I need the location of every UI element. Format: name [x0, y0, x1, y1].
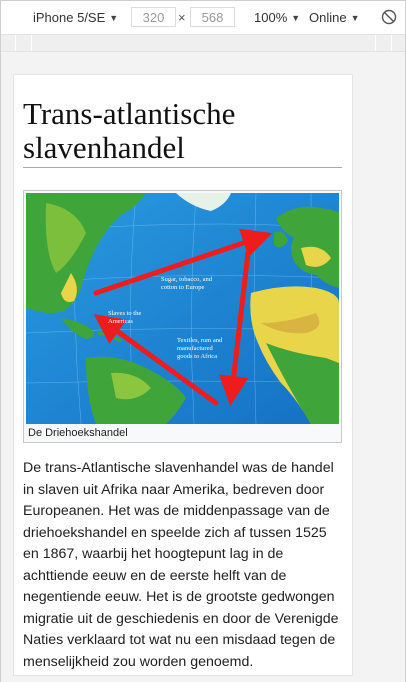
page-content: Trans-atlantische slavenhandel Sugar, to… [13, 74, 353, 676]
map-label-africa-line3: goods to Africa [177, 353, 217, 360]
figure: Sugar, tobacco, and cotton to Europe Sla… [23, 190, 342, 443]
dimension-separator: × [178, 10, 186, 25]
page-title: Trans-atlantische slavenhandel [23, 97, 342, 168]
chevron-down-icon: ▼ [350, 12, 360, 23]
figure-caption: De Driehoekshandel [28, 427, 128, 439]
viewport-height-input[interactable]: 568 [190, 7, 235, 27]
chevron-down-icon: ▼ [109, 12, 119, 23]
map-label-americas-line1: Slaves to the [108, 310, 141, 317]
map-label-africa-line1: Textiles, rum and [177, 337, 223, 344]
rotate-icon[interactable] [381, 9, 397, 25]
media-query-bar[interactable] [1, 34, 405, 52]
device-name: iPhone 5/SE [33, 10, 106, 25]
network-value: Online [309, 10, 347, 25]
article: Trans-atlantische slavenhandel Sugar, to… [23, 97, 342, 675]
map-label-africa-line2: manufactured [177, 345, 213, 352]
triangular-trade-map[interactable]: Sugar, tobacco, and cotton to Europe Sla… [26, 193, 339, 424]
map-label-americas-line2: Americas [108, 318, 133, 325]
device-selector[interactable]: iPhone 5/SE ▼ [33, 10, 118, 25]
zoom-selector[interactable]: 100% ▼ [254, 10, 300, 25]
viewport-width-input[interactable]: 320 [131, 7, 176, 27]
network-throttle-selector[interactable]: Online ▼ [309, 10, 360, 25]
article-paragraph: De trans-Atlantische slavenhandel was de… [23, 460, 339, 670]
chevron-down-icon: ▼ [291, 12, 301, 23]
map-label-europe-line1: Sugar, tobacco, and [161, 276, 213, 283]
device-toolbar: iPhone 5/SE ▼ 320 × 568 100% ▼ Online ▼ [1, 1, 405, 34]
zoom-value: 100% [254, 10, 288, 25]
device-viewport: Trans-atlantische slavenhandel Sugar, to… [1, 52, 405, 682]
map-label-europe-line2: cotton to Europe [161, 284, 204, 291]
